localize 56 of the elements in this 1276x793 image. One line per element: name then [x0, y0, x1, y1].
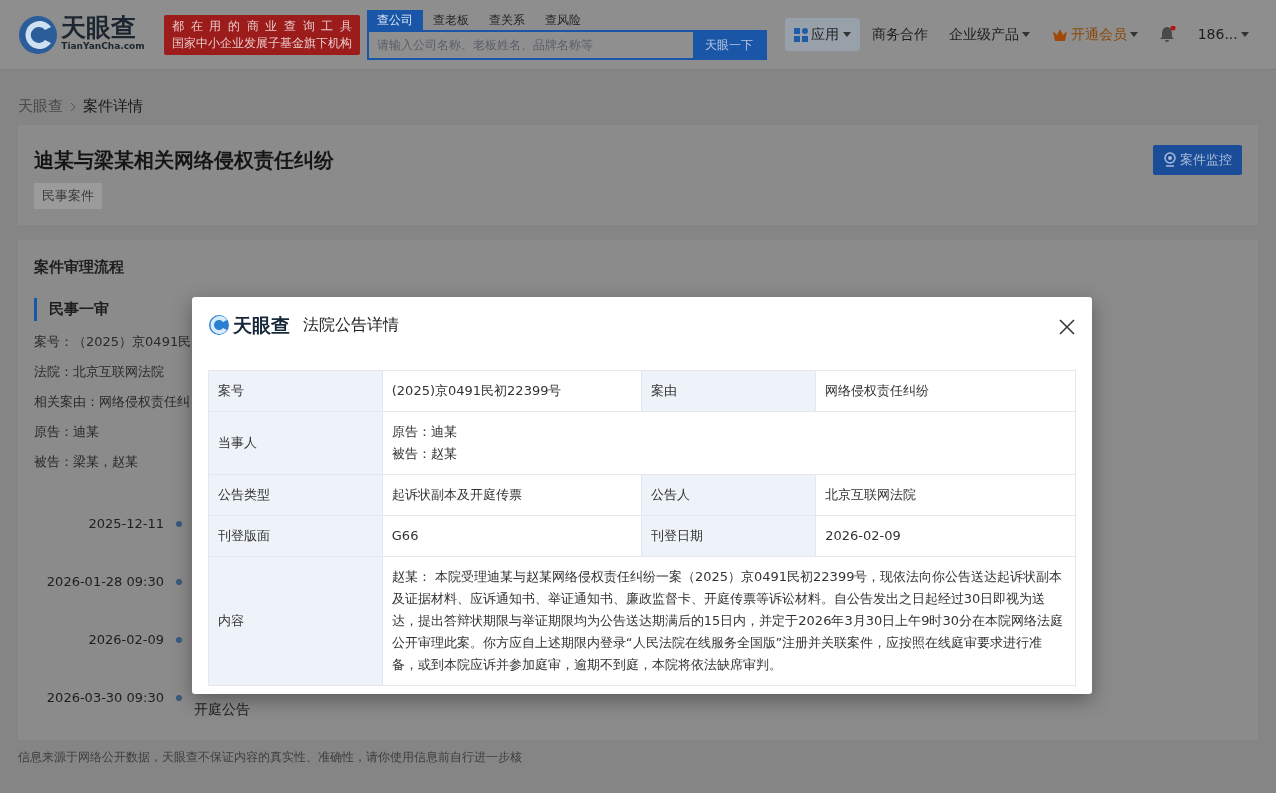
- table-cell: G66: [382, 515, 642, 556]
- info-text: 原告：迪某: [34, 423, 99, 441]
- nav-menu-item[interactable]: 应用: [785, 18, 860, 51]
- timeline-dot: [176, 695, 182, 701]
- table-cell: 赵某： 本院受理迪某与赵某网络侵权责任纠纷一案（2025）京0491民初22399号，现依法向你公告送达起诉状副本及证据材料、应诉通知书、举证通知书、廉政监督卡、开庭传票等诉讼材料。自公告发出之日起经过30日即视为送达，提出答辩状期限与举证期限均为公告送达期满后的15日内，并定于2026年3月30日上午9时30分在本院网络法庭公开审理此案。你方应自上述期限内登录“人民法院在线服务全国版”注册并关联案件，应按照在线庭审要求进行准备，或到本院应诉并参加庭审，逾期不到庭，本院将依法缺席审判。: [382, 556, 1076, 685]
- search-tab[interactable]: 查老板: [422, 9, 479, 30]
- info-text: 相关案由：网络侵权责任纠: [34, 393, 190, 411]
- bell-icon: [1159, 26, 1177, 43]
- timeline-dot: [176, 637, 182, 643]
- table-label: 案由: [642, 370, 816, 411]
- crown-icon: [1051, 27, 1068, 42]
- table-label: 案号: [208, 370, 383, 411]
- info-text: 被告：梁某，赵某: [34, 453, 138, 471]
- timeline-label: 开庭公告: [194, 699, 250, 719]
- table-cell: (2025)京0491民初22399号: [382, 370, 642, 411]
- info-text: 法院：北京互联网法院: [34, 363, 164, 381]
- timeline-date: 2025-12-11: [87, 515, 164, 534]
- logo-domain: TianYanCha.com: [61, 40, 145, 54]
- breadcrumb-current: 案件详情: [83, 96, 143, 118]
- table-label: 公告人: [642, 474, 816, 515]
- chevron-icon: [69, 101, 77, 112]
- search-tab[interactable]: 查风险: [534, 9, 591, 30]
- table-cell: 原告：迪某 被告：赵某: [382, 411, 1076, 474]
- timeline-date: 2026-03-30 09:30: [45, 689, 164, 708]
- table-cell: 网络侵权责任纠纷: [815, 370, 1076, 411]
- info-text: 案号：（2025）京0491民: [34, 333, 192, 351]
- logo-text: 天眼查: [61, 15, 137, 41]
- camera-icon: [1162, 152, 1177, 168]
- table-cell: 北京互联网法院: [815, 474, 1076, 515]
- timeline-date: 2026-01-28 09:30: [45, 573, 164, 592]
- case-type-tag: 民事案件: [34, 183, 102, 209]
- timeline-date: 2026-02-09: [87, 631, 164, 650]
- breadcrumb-link[interactable]: 天眼查: [18, 95, 63, 118]
- table-cell: 2026-02-09: [815, 515, 1076, 556]
- slogan-banner: 都在用的商业查询工具 国家中小企业发展子基金旗下机构: [164, 14, 361, 55]
- monitor-button[interactable]: 案件监控: [1152, 145, 1242, 175]
- table-label: 公告类型: [208, 474, 383, 515]
- table-label: 当事人: [208, 411, 383, 474]
- logo-icon: [208, 314, 230, 337]
- logo-icon: [18, 14, 58, 55]
- grid-icon: [794, 27, 809, 42]
- search-button[interactable]: 天眼一下: [692, 31, 765, 58]
- table-label: 内容: [208, 556, 383, 685]
- table-label: 刊登版面: [208, 515, 383, 556]
- nav-menu-item[interactable]: 186...: [1188, 18, 1258, 51]
- case-title: 迪某与梁某相关网络侵权责任纠纷: [34, 147, 334, 174]
- nav-menu-item[interactable]: 企业级产品: [940, 18, 1040, 51]
- search-tab[interactable]: 查公司: [366, 9, 423, 30]
- table-cell: 起诉状副本及开庭传票: [382, 474, 642, 515]
- section-heading: 案件审理流程: [34, 257, 125, 278]
- timeline-dot: [176, 521, 182, 527]
- search-tab[interactable]: 查关系: [478, 9, 535, 30]
- close-button[interactable]: [1058, 316, 1076, 335]
- nav-menu-item[interactable]: 商务合作: [862, 18, 937, 51]
- table-label: 刊登日期: [642, 515, 816, 556]
- timeline-dot: [176, 579, 182, 585]
